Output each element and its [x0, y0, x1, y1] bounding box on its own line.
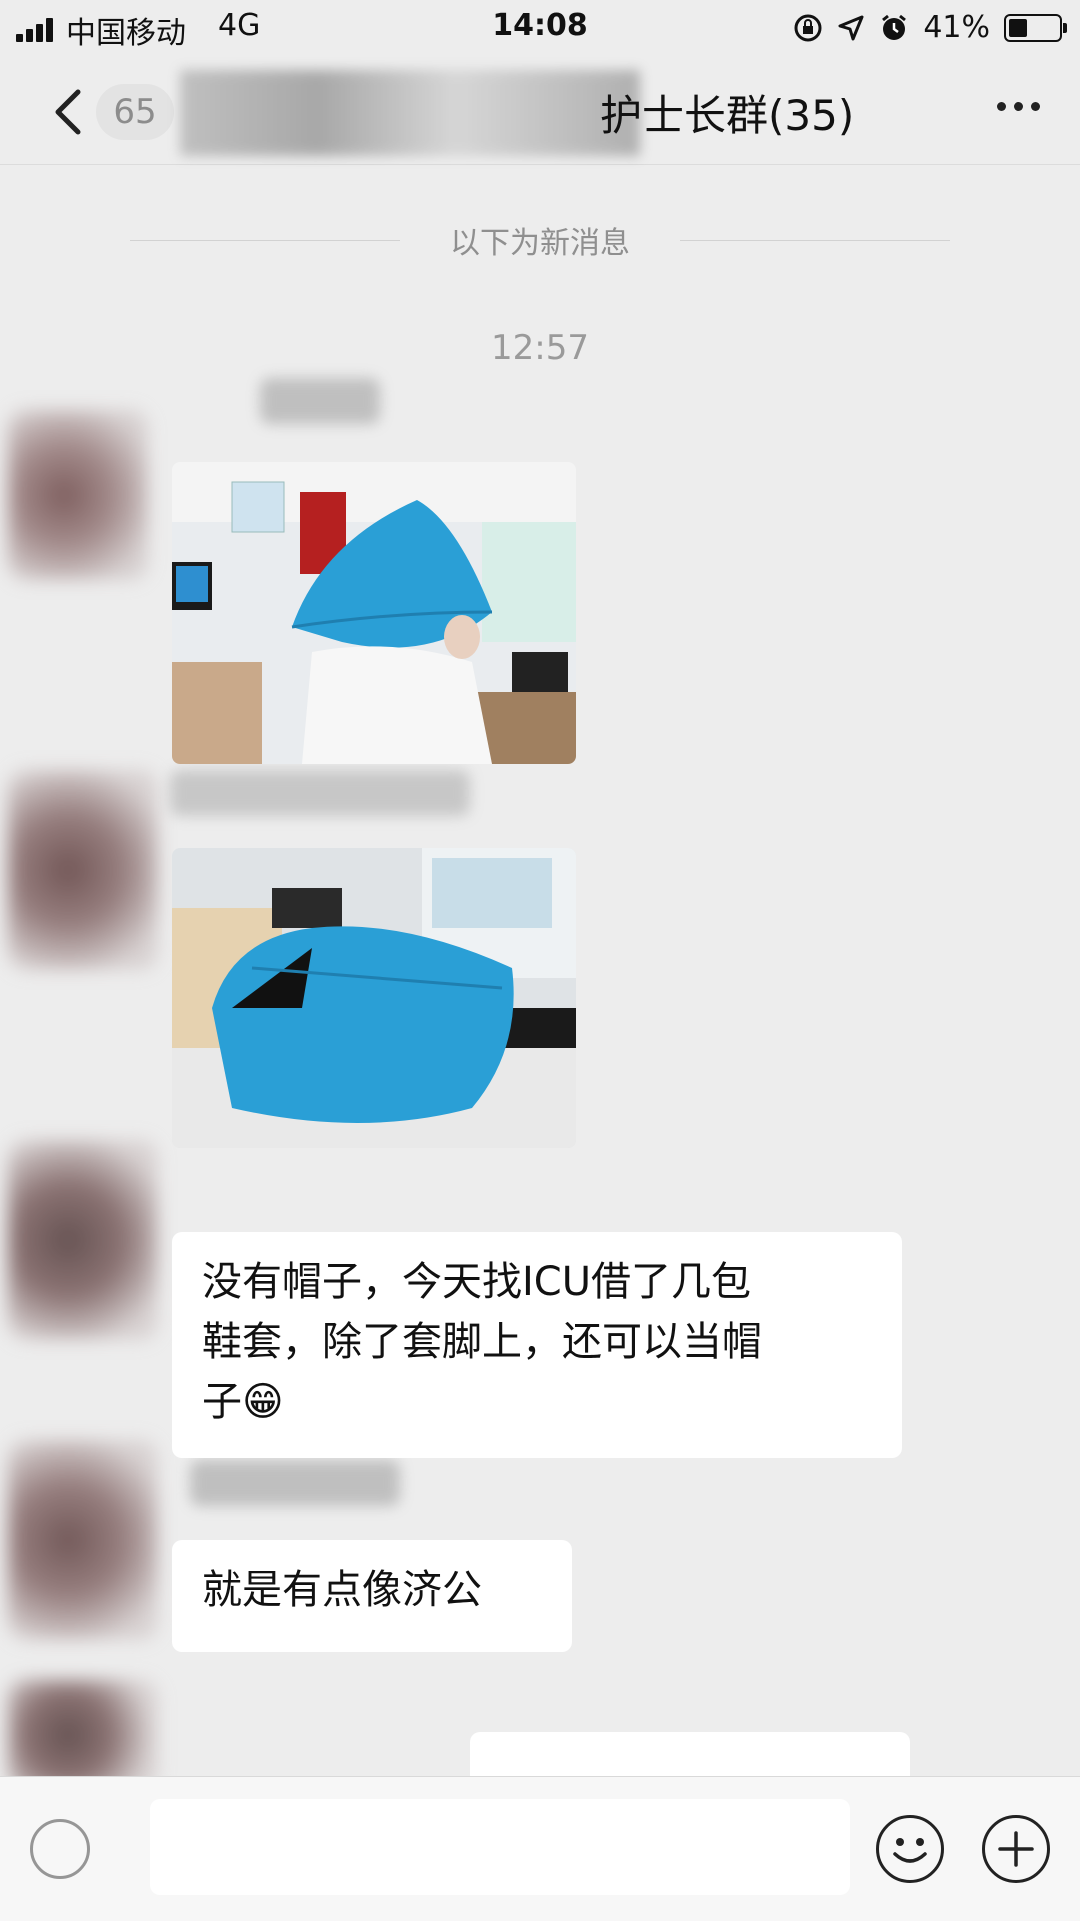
input-bar: [0, 1776, 1080, 1921]
voice-icon[interactable]: [30, 1819, 90, 1879]
back-arrow-icon[interactable]: [44, 84, 104, 140]
text-message-bubble[interactable]: 就是有点像济公: [172, 1540, 572, 1652]
location-icon: [838, 15, 864, 40]
new-messages-divider: 以下为新消息: [130, 218, 950, 264]
more-options-icon[interactable]: [997, 102, 1040, 111]
avatar[interactable]: [8, 1680, 158, 1790]
message-line: 就是有点像济公: [202, 1567, 482, 1613]
sender-name-blur: [260, 378, 380, 424]
sender-name-blur: [190, 1460, 400, 1506]
avatar[interactable]: [8, 770, 158, 970]
chat-header: 65 护士长群(35): [0, 56, 1080, 165]
chat-title: 护士长群(35): [600, 91, 855, 140]
avatar[interactable]: [8, 1140, 158, 1340]
image-message[interactable]: [172, 462, 576, 764]
battery-icon: [1004, 13, 1067, 42]
photo-icon: [172, 848, 576, 1148]
unread-count-badge[interactable]: 65: [96, 84, 174, 140]
orientation-lock-icon: [794, 14, 822, 41]
photo-icon: [172, 462, 576, 764]
alarm-icon: [882, 14, 907, 40]
new-messages-label: 以下为新消息: [450, 226, 630, 261]
battery-percent: 41%: [923, 10, 990, 45]
image-message[interactable]: [172, 848, 576, 1148]
plus-icon[interactable]: [982, 1815, 1050, 1883]
text-message-bubble[interactable]: 没有帽子，今天找ICU借了几包 鞋套，除了套脚上，还可以当帽 子😁: [172, 1232, 902, 1458]
status-right: 41%: [793, 10, 1067, 45]
message-line: 鞋套，除了套脚上，还可以当帽: [202, 1319, 762, 1365]
battery-fill: [1009, 18, 1027, 37]
message-input[interactable]: [150, 1799, 850, 1895]
sender-name-blur: [170, 770, 470, 816]
message-line: 子😁: [202, 1379, 284, 1425]
message-timestamp: 12:57: [491, 328, 589, 368]
redacted-title-blur: [180, 70, 640, 156]
avatar[interactable]: [8, 410, 148, 580]
avatar[interactable]: [8, 1440, 158, 1640]
status-bar: 中国移动 4G 14:08 41%: [0, 0, 1080, 56]
message-line: 没有帽子，今天找ICU借了几包: [202, 1259, 752, 1305]
emoji-icon[interactable]: [876, 1815, 944, 1883]
